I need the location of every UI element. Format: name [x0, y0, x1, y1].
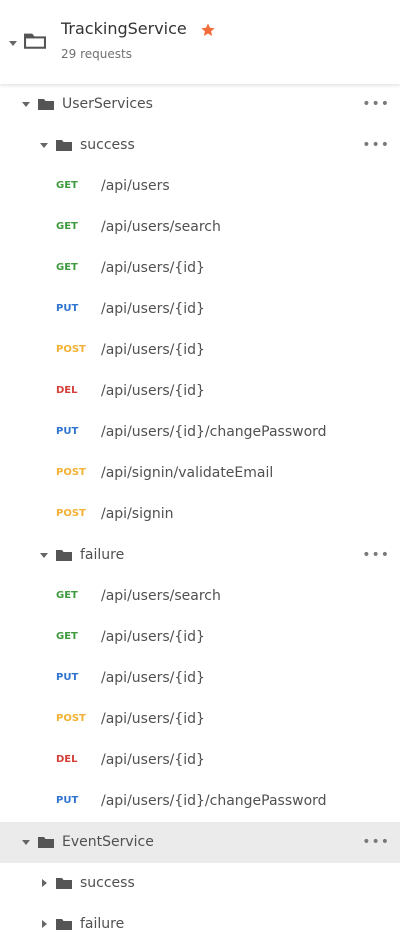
- more-options-icon[interactable]: •••: [362, 96, 390, 112]
- folder-icon: [56, 550, 72, 561]
- request-path: /api/users/search: [101, 588, 221, 604]
- http-method-badge: GET: [56, 590, 78, 601]
- caret-down-icon[interactable]: [7, 37, 19, 49]
- request-row[interactable]: PUT/api/users/{id}/changePassword: [0, 412, 400, 453]
- collection-header[interactable]: TrackingService 29 requests: [0, 0, 400, 84]
- request-row[interactable]: POST/api/signin/validateEmail: [0, 453, 400, 494]
- http-method-badge: PUT: [56, 426, 79, 437]
- http-method-badge: GET: [56, 221, 78, 232]
- request-row[interactable]: GET/api/users/{id}: [0, 617, 400, 658]
- folder-row[interactable]: success: [0, 863, 400, 904]
- request-row[interactable]: GET/api/users/{id}: [0, 248, 400, 289]
- request-row[interactable]: GET/api/users/search: [0, 207, 400, 248]
- folder-icon: [56, 919, 72, 930]
- caret-right-icon[interactable]: [38, 918, 50, 930]
- collection-tree: UserServices ••• success ••• GET/api/users GE…: [0, 84, 400, 945]
- request-path: /api/users/{id}/changePassword: [101, 424, 327, 440]
- request-path: /api/users/{id}: [101, 383, 205, 399]
- folder-label: success: [80, 875, 135, 891]
- http-method-badge: POST: [56, 713, 86, 724]
- folder-row[interactable]: UserServices •••: [0, 84, 400, 125]
- http-method-badge: POST: [56, 508, 86, 519]
- http-method-badge: PUT: [56, 303, 79, 314]
- request-path: /api/users: [101, 178, 170, 194]
- http-method-badge: GET: [56, 180, 78, 191]
- request-count: 29 requests: [61, 47, 132, 61]
- star-icon[interactable]: [200, 22, 216, 38]
- folder-icon: [38, 837, 54, 848]
- caret-down-icon[interactable]: [20, 98, 32, 110]
- request-path: /api/users/{id}: [101, 342, 205, 358]
- request-row[interactable]: DEL/api/users/{id}: [0, 740, 400, 781]
- request-row[interactable]: GET/api/users: [0, 166, 400, 207]
- collection-name[interactable]: TrackingService: [61, 19, 187, 38]
- http-method-badge: PUT: [56, 672, 79, 683]
- request-path: /api/users/{id}/changePassword: [101, 793, 327, 809]
- request-row[interactable]: PUT/api/users/{id}/changePassword: [0, 781, 400, 822]
- folder-label: EventService: [62, 834, 154, 850]
- request-row[interactable]: POST/api/users/{id}: [0, 330, 400, 371]
- request-row[interactable]: POST/api/users/{id}: [0, 699, 400, 740]
- http-method-badge: PUT: [56, 795, 79, 806]
- folder-label: success: [80, 137, 135, 153]
- http-method-badge: POST: [56, 344, 86, 355]
- http-method-badge: DEL: [56, 385, 78, 396]
- http-method-badge: POST: [56, 467, 86, 478]
- folder-row[interactable]: EventService •••: [0, 822, 400, 863]
- request-row[interactable]: GET/api/users/search: [0, 576, 400, 617]
- folder-row[interactable]: failure •••: [0, 535, 400, 576]
- request-path: /api/users/{id}: [101, 711, 205, 727]
- request-path: /api/signin/validateEmail: [101, 465, 274, 481]
- caret-right-icon[interactable]: [38, 877, 50, 889]
- request-path: /api/users/search: [101, 219, 221, 235]
- folder-icon: [38, 99, 54, 110]
- request-row[interactable]: PUT/api/users/{id}: [0, 289, 400, 330]
- folder-row[interactable]: failure: [0, 904, 400, 945]
- request-path: /api/users/{id}: [101, 301, 205, 317]
- http-method-badge: GET: [56, 631, 78, 642]
- folder-icon: [56, 140, 72, 151]
- caret-down-icon[interactable]: [20, 836, 32, 848]
- more-options-icon[interactable]: •••: [362, 137, 390, 153]
- request-row[interactable]: PUT/api/users/{id}: [0, 658, 400, 699]
- request-path: /api/users/{id}: [101, 629, 205, 645]
- folder-label: failure: [80, 916, 125, 932]
- folder-label: UserServices: [62, 96, 153, 112]
- folder-icon: [24, 33, 46, 49]
- request-row[interactable]: DEL/api/users/{id}: [0, 371, 400, 412]
- folder-icon: [56, 878, 72, 889]
- request-path: /api/signin: [101, 506, 174, 522]
- request-row[interactable]: POST/api/signin: [0, 494, 400, 535]
- caret-down-icon[interactable]: [38, 549, 50, 561]
- folder-row[interactable]: success •••: [0, 125, 400, 166]
- http-method-badge: DEL: [56, 754, 78, 765]
- request-path: /api/users/{id}: [101, 670, 205, 686]
- folder-label: failure: [80, 547, 125, 563]
- http-method-badge: GET: [56, 262, 78, 273]
- more-options-icon[interactable]: •••: [362, 547, 390, 563]
- request-path: /api/users/{id}: [101, 752, 205, 768]
- more-options-icon[interactable]: •••: [362, 834, 390, 850]
- request-path: /api/users/{id}: [101, 260, 205, 276]
- caret-down-icon[interactable]: [38, 139, 50, 151]
